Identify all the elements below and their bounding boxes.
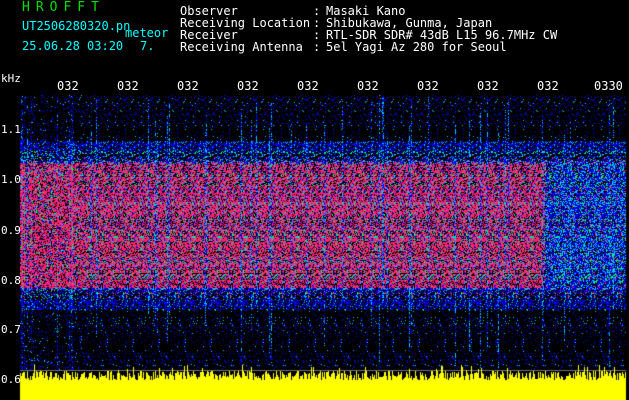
x-tick-label: 032 [537,79,559,93]
y-unit-label: kHz [1,72,21,85]
x-tick-label: 032 [177,79,199,93]
datetime-label: 25.06.28 03:20 [22,39,124,53]
x-tick-label: 032 [477,79,499,93]
y-tick-label: 1.1 [1,123,21,136]
meteor-tag: meteor [125,26,169,40]
x-tick-label: 032 [417,79,439,93]
hrofft-logo: HROFFT [22,0,105,15]
y-tick-label: 1.0 [1,173,21,186]
y-tick-label: 0.9 [1,224,21,237]
x-tick-label: 032 [297,79,319,93]
x-tick-label: 032 [57,79,79,93]
y-tick-label: 0.7 [1,323,21,336]
x-tick-label: 032 [237,79,259,93]
spectrogram-canvas [0,0,629,400]
y-tick-label: 0.8 [1,274,21,287]
colon: : [313,40,321,54]
x-tick-label: 032 [117,79,139,93]
y-tick-label: 0.6 [1,373,21,386]
antenna-value: 5el Yagi Az 280 for Seoul [326,40,507,54]
x-tick-label: 032 [357,79,379,93]
antenna-label: Receiving Antenna [180,40,303,54]
x-tick-label: 0330 [594,79,623,93]
seven-label: 7. [140,39,155,53]
file-label: UT2506280320.pn [22,19,131,33]
